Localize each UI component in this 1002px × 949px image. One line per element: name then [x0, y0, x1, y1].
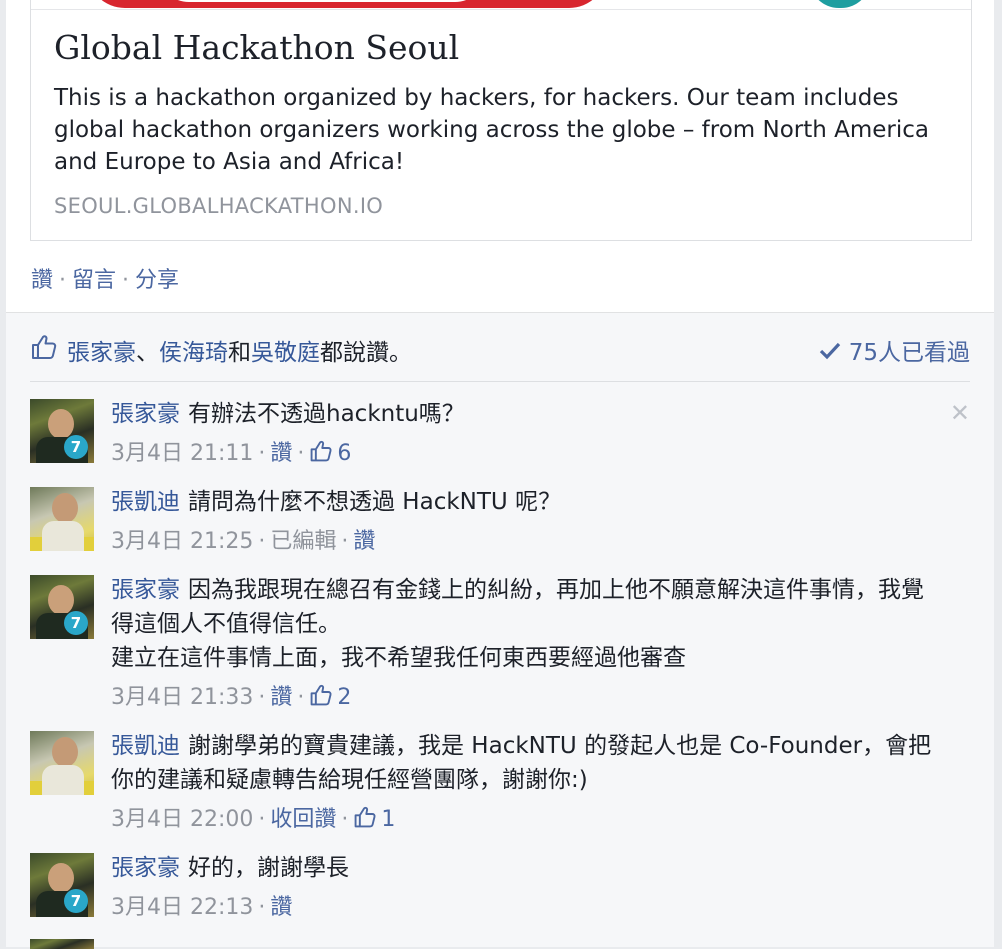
seen-by-count[interactable]: 75人已看過: [819, 333, 970, 367]
likers-and-text: 和: [228, 340, 251, 366]
like-post-link[interactable]: 讚: [31, 268, 53, 293]
like-count-value: 1: [381, 807, 396, 832]
news-feed-post: Global Hackathon Seoul This is a hackath…: [6, 0, 994, 949]
comment-meta: 3月4日 21:25 · 已編輯 · 讚: [111, 529, 376, 554]
comment-author-link[interactable]: 張家豪: [111, 855, 180, 881]
comment-like-link[interactable]: 讚: [270, 685, 292, 710]
avatar[interactable]: [30, 939, 94, 949]
comment-like-link[interactable]: 讚: [270, 441, 292, 466]
comment-like-count[interactable]: 2: [309, 684, 352, 710]
comment-author-link[interactable]: 張家豪: [111, 401, 180, 427]
link-preview-url: SEOUL.GLOBALHACKATHON.IO: [54, 194, 384, 218]
liker-name-link[interactable]: 吳敬庭: [251, 340, 320, 366]
comment-body: 張家豪 好的，謝謝學長: [111, 851, 941, 885]
comment-timestamp[interactable]: 3月4日 21:25: [111, 529, 253, 554]
comment-timestamp[interactable]: 3月4日 21:11: [111, 441, 253, 466]
comment-like-count[interactable]: 1: [353, 806, 396, 832]
comment-text: 謝謝學弟的寶貴建議，我是 HackNTU 的發起人也是 Co-Founder，會…: [111, 733, 932, 793]
share-post-link[interactable]: 分享: [135, 268, 179, 293]
comment-author-link[interactable]: 張凱迪: [111, 489, 180, 515]
comment-timestamp[interactable]: 3月4日 22:13: [111, 895, 253, 920]
avatar[interactable]: 7: [30, 399, 94, 463]
comments-section: 張家豪、侯海琦和吳敬庭都說讚。 75人已看過 7 張家豪 有辦法不透過hacknt…: [6, 312, 994, 949]
like-count-value: 2: [337, 685, 352, 710]
avatar-badge: 7: [64, 435, 88, 459]
comment-timestamp[interactable]: 3月4日 22:00: [111, 807, 253, 832]
avatar[interactable]: 7: [30, 853, 94, 917]
comment-text: 請問為什麼不想透過 HackNTU 呢？: [188, 489, 562, 515]
thumbs-up-icon: [32, 335, 57, 359]
comment-timestamp[interactable]: 3月4日 21:33: [111, 685, 253, 710]
link-preview-description: This is a hackathon organized by hackers…: [54, 85, 930, 175]
preview-image-divider: [31, 9, 971, 10]
comment-author-link[interactable]: 張凱迪: [111, 733, 180, 759]
likes-summary: 張家豪、侯海琦和吳敬庭都說讚。 75人已看過: [30, 333, 970, 367]
comment-body: 張凱迪 請問為什麼不想透過 HackNTU 呢？: [111, 485, 941, 519]
liker-separator: 、: [136, 340, 159, 366]
link-preview-card[interactable]: Global Hackathon Seoul This is a hackath…: [30, 0, 972, 241]
liker-name-link[interactable]: 侯海琦: [159, 340, 228, 366]
comment-text: 好的，謝謝學長: [188, 855, 349, 881]
link-preview-title[interactable]: Global Hackathon Seoul: [54, 28, 459, 67]
comment-text: 有辦法不透過hackntu嗎？: [188, 401, 465, 427]
comment-body: 張家豪 有辦法不透過hackntu嗎？: [111, 397, 941, 431]
comment-body: 張家豪 因為我跟現在總召有金錢上的糾紛，再加上他不願意解決這件事情，我覺得這個人不…: [111, 573, 941, 675]
comment-meta: 3月4日 22:13 · 讚: [111, 895, 293, 920]
avatar[interactable]: 7: [30, 575, 94, 639]
avatar-badge: 7: [64, 889, 88, 913]
comment-like-link[interactable]: 讚: [353, 529, 375, 554]
likes-suffix-text: 都說讚。: [320, 340, 412, 366]
comment-meta: 3月4日 21:11 · 讚 · 6: [111, 440, 352, 466]
comment-like-link[interactable]: 讚: [270, 895, 292, 920]
comment-like-count[interactable]: 6: [309, 440, 352, 466]
comment-meta: 3月4日 21:33 · 讚 · 2: [111, 684, 352, 710]
action-separator: ·: [122, 268, 130, 293]
comment-meta: 3月4日 22:00 · 收回讚 · 1: [111, 806, 396, 832]
comment-author-link[interactable]: 張家豪: [111, 577, 180, 603]
comment-post-link[interactable]: 留言: [72, 268, 116, 293]
thumbs-up-icon: [355, 806, 376, 828]
action-separator: ·: [59, 268, 67, 293]
avatar-badge: 7: [64, 611, 88, 635]
comment-body: 張凱迪 謝謝學弟的寶貴建議，我是 HackNTU 的發起人也是 Co-Founde…: [111, 729, 941, 797]
comment-edited-label[interactable]: 已編輯: [270, 529, 336, 554]
likes-divider: [30, 381, 970, 382]
like-count-value: 6: [337, 441, 352, 466]
avatar[interactable]: [30, 731, 94, 795]
comment-unlike-link[interactable]: 收回讚: [270, 807, 336, 832]
post-action-bar: 讚 · 留言 · 分享: [31, 262, 179, 294]
liker-name-link[interactable]: 張家豪: [67, 340, 136, 366]
close-icon[interactable]: ✕: [950, 399, 970, 427]
thumbs-up-icon: [311, 684, 332, 706]
comment-text-line: 建立在這件事情上面，我不希望我任何東西要經過他審查: [111, 645, 686, 671]
avatar[interactable]: [30, 487, 94, 551]
seen-by-label: 75人已看過: [848, 340, 970, 366]
checkmark-icon: [819, 342, 840, 360]
thumbs-up-icon: [311, 440, 332, 462]
comment-text: 因為我跟現在總召有金錢上的糾紛，再加上他不願意解決這件事情，我覺得這個人不值得信…: [111, 577, 924, 637]
